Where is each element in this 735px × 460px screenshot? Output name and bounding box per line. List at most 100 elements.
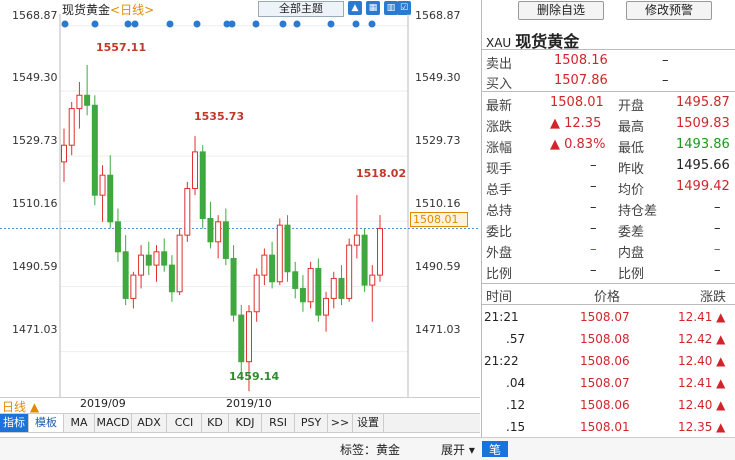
indicator-toolbar: 指标 模板 MA MACD ADX CCI KD KDJ RSI PSY >> … xyxy=(0,413,480,433)
event-marker xyxy=(228,20,236,28)
delete-favorite-button[interactable]: 删除自选 xyxy=(518,1,604,20)
quote-value: 1509.83 xyxy=(676,116,730,131)
event-marker xyxy=(368,20,376,28)
trade-price: 1508.06 xyxy=(580,398,630,412)
candle-body xyxy=(346,244,353,299)
tag-label: 标签：黄金 xyxy=(340,443,401,457)
y-axis-label: 1510.16 xyxy=(415,197,461,210)
quote-label: 委比 xyxy=(486,225,513,240)
candle xyxy=(261,248,268,286)
candle-body xyxy=(261,254,268,276)
quote-value: ▲ 0.83% xyxy=(550,137,606,152)
candle xyxy=(361,228,368,292)
adx-tab[interactable]: ADX xyxy=(132,414,167,432)
trade-change: 12.42 ▲ xyxy=(678,332,726,346)
event-marker xyxy=(91,20,99,28)
candle-body xyxy=(307,267,314,303)
candle-body xyxy=(276,224,283,283)
y-axis-label: 1471.03 xyxy=(415,323,461,336)
candle-body xyxy=(114,221,121,253)
quote-value: 1495.87 xyxy=(676,95,730,110)
quote-label: 最低 xyxy=(618,141,645,156)
candle xyxy=(284,215,291,282)
rsi-tab[interactable]: RSI xyxy=(262,414,295,432)
quote-value: – xyxy=(590,221,597,236)
candle-body xyxy=(168,264,175,293)
sell-volume: – xyxy=(662,53,669,68)
quote-label: 内盘 xyxy=(618,246,645,261)
candle xyxy=(253,268,260,322)
candle xyxy=(207,201,214,249)
quote-value: 1493.86 xyxy=(676,137,730,152)
candle-body xyxy=(222,221,229,259)
quote-value: 1508.01 xyxy=(550,95,604,110)
quote-label: 总持 xyxy=(486,204,513,219)
event-marker xyxy=(166,20,174,28)
candle xyxy=(114,208,121,262)
trade-change: 12.40 ▲ xyxy=(678,398,726,412)
expand-button[interactable]: 展开 ▾ xyxy=(441,441,475,458)
cci-tab[interactable]: CCI xyxy=(167,414,202,432)
sell-price: 1508.16 xyxy=(554,53,608,68)
quote-label: 外盘 xyxy=(486,246,513,261)
quote-value: – xyxy=(590,200,597,215)
template-tab[interactable]: 模板 xyxy=(29,414,64,432)
settings-tab[interactable]: 设置 xyxy=(353,414,384,432)
kline-chart-area[interactable]: 现货黄金<日线> 全部主题 ▲ ▦ ▥ ☑ 1568.87 1568.87 15… xyxy=(0,0,480,459)
candle xyxy=(145,241,152,276)
y-axis-label: 1549.30 xyxy=(12,71,58,84)
candle xyxy=(153,245,160,282)
candle xyxy=(99,165,106,222)
low-annotation: 1459.14 xyxy=(229,370,280,383)
indicator-tab[interactable]: 指标 xyxy=(0,414,29,432)
divider xyxy=(482,49,735,50)
quote-label: 比例 xyxy=(618,267,645,282)
kdj-tab[interactable]: KDJ xyxy=(229,414,262,432)
trade-price: 1508.06 xyxy=(580,354,630,368)
current-price-tag: 1508.01 xyxy=(410,212,468,227)
candle-body xyxy=(176,234,183,293)
more-tab[interactable]: >> xyxy=(328,414,353,432)
candle xyxy=(307,261,314,309)
candle xyxy=(91,95,98,206)
edit-alert-button[interactable]: 修改预警 xyxy=(626,1,712,20)
candle xyxy=(238,305,245,376)
trade-change: 12.41 ▲ xyxy=(678,310,726,324)
trade-time: 21:21 xyxy=(484,310,519,324)
divider xyxy=(482,304,735,305)
candle xyxy=(292,261,299,299)
y-axis-label: 1529.73 xyxy=(12,134,58,147)
macd-tab[interactable]: MACD xyxy=(95,414,132,432)
candle-body xyxy=(84,94,91,106)
y-axis-label: 1490.59 xyxy=(12,260,58,273)
y-axis-label: 1549.30 xyxy=(415,71,461,84)
quote-label: 持仓差 xyxy=(618,204,658,219)
candle-body xyxy=(192,151,199,190)
candle-body xyxy=(207,217,214,243)
high-annotation: 1557.11 xyxy=(96,41,147,54)
candle xyxy=(330,271,337,309)
candle-body xyxy=(253,274,260,313)
candle xyxy=(184,181,191,242)
y-axis-label: 1568.87 xyxy=(415,9,461,22)
trade-header-time: 时间 xyxy=(486,290,513,305)
month-label: 2019/10 xyxy=(226,397,272,410)
pen-button[interactable]: 笔 xyxy=(482,441,508,457)
psy-tab[interactable]: PSY xyxy=(295,414,328,432)
candle-body xyxy=(76,94,83,110)
candle-body xyxy=(353,234,360,246)
trade-price: 1508.01 xyxy=(580,420,630,434)
quote-label: 总手 xyxy=(486,183,513,198)
trade-change: 12.40 ▲ xyxy=(678,354,726,368)
candle xyxy=(276,218,283,286)
quote-value: 1499.42 xyxy=(676,179,730,194)
y-axis-label: 1471.03 xyxy=(12,323,58,336)
y-axis-label: 1529.73 xyxy=(415,134,461,147)
ma-tab[interactable]: MA xyxy=(64,414,95,432)
buy-volume: – xyxy=(662,73,669,88)
kd-tab[interactable]: KD xyxy=(202,414,229,432)
candle xyxy=(84,64,91,116)
quote-panel: 删除自选 修改预警 XAU 现货黄金 卖出 1508.16 – 买入 1507.8… xyxy=(481,0,735,437)
candle-body xyxy=(199,151,206,219)
candle xyxy=(192,136,199,196)
